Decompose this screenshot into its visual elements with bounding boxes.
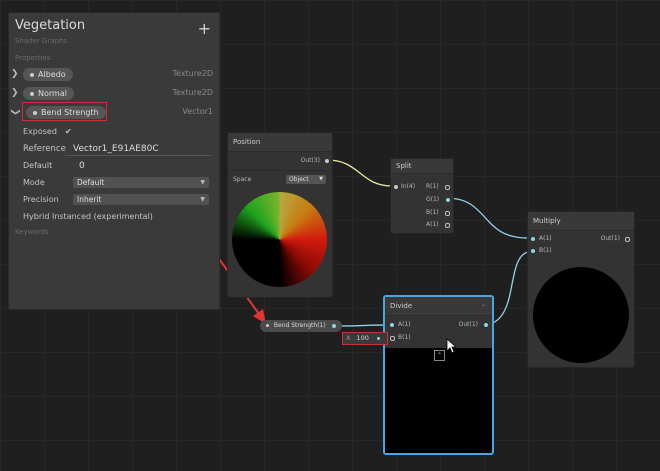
property-type: Texture2D bbox=[172, 88, 213, 97]
keywords-section-label: Keywords bbox=[15, 228, 49, 236]
space-dropdown[interactable]: Object ▼ bbox=[286, 175, 326, 184]
position-preview bbox=[232, 192, 327, 287]
multiply-preview bbox=[533, 267, 629, 363]
output-b-label: B(1) bbox=[426, 209, 439, 216]
dropdown-arrow-icon: ▼ bbox=[200, 179, 205, 186]
exposed-row: Exposed ✔ bbox=[23, 126, 213, 140]
blackboard-title: Vegetation bbox=[15, 18, 86, 33]
input-a-label: A(1) bbox=[539, 235, 552, 242]
reference-label: Reference bbox=[23, 144, 66, 154]
chevron-down-icon[interactable]: ❯ bbox=[10, 108, 20, 116]
property-row-albedo[interactable]: ❯ Albedo Texture2D bbox=[11, 67, 215, 83]
blackboard-panel: Vegetation + Shader Graphs Properties ❯ … bbox=[8, 12, 220, 310]
output-a-label: A(1) bbox=[426, 221, 439, 228]
input-b-port[interactable] bbox=[390, 336, 395, 341]
property-pill-albedo[interactable]: Albedo bbox=[23, 68, 73, 81]
dropdown-arrow-icon: ▼ bbox=[200, 196, 205, 203]
input-port-label: In(4) bbox=[401, 183, 416, 190]
property-pill-bend-strength[interactable]: Bend Strength bbox=[26, 106, 106, 119]
property-type: Texture2D bbox=[172, 69, 213, 78]
chip-dot bbox=[266, 324, 269, 327]
split-node[interactable]: Split In(4) R(1) G(1) B(1) A(1) bbox=[390, 158, 454, 234]
edge-position-split bbox=[326, 159, 393, 187]
input-b-label: B(1) bbox=[398, 334, 411, 341]
split-node-title: Split bbox=[391, 159, 453, 174]
output-port-label: Out(1) bbox=[458, 321, 478, 328]
mode-label: Mode bbox=[23, 178, 45, 187]
output-port[interactable] bbox=[331, 323, 336, 328]
properties-section-label: Properties bbox=[15, 54, 51, 62]
blackboard-subtitle: Shader Graphs bbox=[15, 37, 68, 45]
output-r-port[interactable] bbox=[445, 185, 450, 190]
plus-icon[interactable]: + bbox=[198, 19, 211, 38]
output-port[interactable] bbox=[625, 237, 630, 242]
default-label: Default bbox=[23, 161, 53, 170]
mode-row: Mode Default ▼ bbox=[23, 177, 213, 191]
x-axis-label: X bbox=[346, 334, 351, 342]
output-a-port[interactable] bbox=[445, 223, 450, 228]
mode-dropdown[interactable]: Default ▼ bbox=[73, 177, 209, 188]
reference-field[interactable]: Vector1_E91AE80C bbox=[73, 144, 159, 154]
space-label: Space bbox=[233, 176, 252, 183]
property-pill-normal[interactable]: Normal bbox=[23, 87, 74, 100]
default-row: Default 0 bbox=[23, 160, 213, 174]
reference-underline bbox=[65, 155, 211, 156]
position-node[interactable]: Position Out(3) Space Object ▼ bbox=[227, 132, 333, 298]
output-port[interactable] bbox=[484, 323, 488, 327]
precision-value: Inherit bbox=[77, 195, 102, 204]
output-r-label: R(1) bbox=[426, 183, 439, 190]
hybrid-label: Hybrid Instanced (experimental) bbox=[23, 212, 153, 221]
dropdown-arrow-icon: ▼ bbox=[319, 176, 323, 182]
property-type: Vector1 bbox=[182, 107, 213, 116]
divide-node-title: Divide bbox=[385, 297, 492, 316]
bend-strength-node[interactable]: Bend Strength(1) bbox=[260, 320, 342, 332]
output-g-label: G(1) bbox=[426, 196, 440, 203]
collapse-icon[interactable]: ⌃ bbox=[434, 350, 445, 361]
field-port bbox=[377, 336, 381, 340]
input-a-port[interactable] bbox=[390, 323, 394, 327]
multiply-node[interactable]: Multiply A(1) B(1) Out(1) bbox=[527, 211, 635, 368]
precision-dropdown[interactable]: Inherit ▼ bbox=[73, 194, 209, 205]
mouse-cursor-icon bbox=[446, 338, 458, 354]
precision-row: Precision Inherit ▼ bbox=[23, 194, 213, 208]
property-row-bend-strength[interactable]: ❯ Bend Strength Vector1 bbox=[10, 102, 215, 121]
node-divider bbox=[228, 170, 332, 171]
property-row-normal[interactable]: ❯ Normal Texture2D bbox=[11, 86, 215, 102]
precision-label: Precision bbox=[23, 195, 59, 204]
mode-value: Default bbox=[77, 178, 105, 187]
exposed-label: Exposed bbox=[23, 127, 57, 136]
default-field[interactable]: 0 bbox=[79, 161, 85, 171]
input-a-label: A(1) bbox=[398, 321, 411, 328]
space-value: Object bbox=[289, 176, 309, 183]
output-g-port[interactable] bbox=[446, 198, 450, 202]
output-port[interactable] bbox=[325, 159, 329, 163]
output-port-label: Out(1) bbox=[600, 235, 620, 242]
position-node-title: Position bbox=[228, 133, 332, 152]
chevron-right-icon[interactable]: ❯ bbox=[11, 88, 19, 98]
edge-split-multiply bbox=[445, 197, 529, 239]
hybrid-row[interactable]: Hybrid Instanced (experimental) bbox=[23, 211, 213, 225]
input-a-port[interactable] bbox=[531, 237, 535, 241]
node-menu-icon[interactable]: ⌄ bbox=[481, 301, 486, 308]
bend-strength-label: Bend Strength(1) bbox=[273, 322, 326, 329]
input-port[interactable] bbox=[394, 185, 398, 189]
input-b-label: B(1) bbox=[539, 247, 552, 254]
chevron-right-icon[interactable]: ❯ bbox=[11, 69, 19, 79]
multiply-node-title: Multiply bbox=[528, 212, 634, 231]
divide-node[interactable]: Divide ⌄ A(1) B(1) Out(1) ⌃ bbox=[383, 295, 494, 455]
input-b-port[interactable] bbox=[531, 249, 535, 253]
output-b-port[interactable] bbox=[445, 211, 450, 216]
output-port-label: Out(3) bbox=[300, 157, 320, 164]
divide-b-input-field[interactable]: X 100 bbox=[342, 332, 388, 345]
checkmark-icon[interactable]: ✔ bbox=[65, 127, 72, 136]
x-value[interactable]: 100 bbox=[353, 334, 369, 342]
